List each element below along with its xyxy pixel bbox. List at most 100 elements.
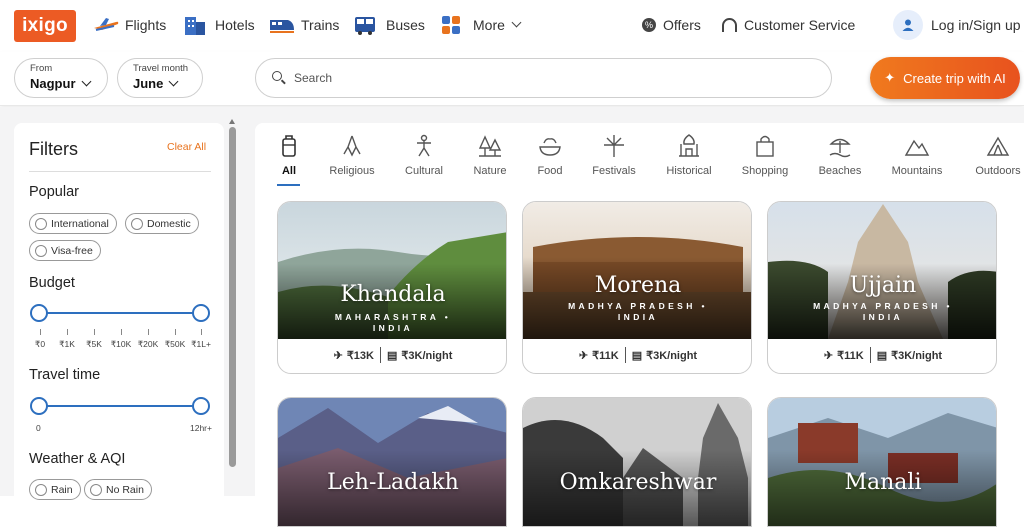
ixigo-logo[interactable]: ixigo	[14, 10, 76, 42]
destination-prices: ✈ ₹11K ▤ ₹3K/night	[523, 344, 751, 366]
nav-buses[interactable]: Buses	[353, 12, 425, 38]
luggage-icon	[282, 135, 296, 157]
category-label: Food	[537, 165, 563, 177]
budget-slider-min-handle[interactable]	[30, 304, 48, 322]
category-label: Beaches	[818, 165, 862, 177]
budget-slider-track[interactable]	[39, 312, 201, 314]
chip-rain[interactable]: Rain	[29, 479, 81, 500]
fireworks-icon	[604, 135, 624, 157]
weather-aqi-title: Weather & AQI	[29, 451, 126, 467]
nav-flights[interactable]: Flights	[92, 12, 166, 38]
hotel-icon: ▤	[631, 349, 643, 362]
destination-card-manali[interactable]: Manali	[767, 397, 997, 527]
destination-card-omkareshwar[interactable]: Omkareshwar	[522, 397, 752, 527]
filters-title: Filters	[29, 139, 78, 159]
login-label: Log in/Sign up	[931, 17, 1021, 33]
destination-card-leh-ladakh[interactable]: Leh-Ladakh	[277, 397, 507, 527]
shopping-bag-icon	[756, 135, 774, 157]
category-label: Cultural	[405, 165, 443, 177]
travel-time-slider-min-handle[interactable]	[30, 397, 48, 415]
globe-icon	[35, 217, 47, 230]
clear-all-link[interactable]: Clear All	[167, 141, 206, 153]
chip-label: International	[51, 217, 109, 230]
filters-panel: Filters Clear All Popular International …	[14, 123, 224, 500]
category-shopping[interactable]: Shopping	[725, 133, 805, 177]
nav-trains[interactable]: Trains	[268, 12, 339, 38]
category-mountains[interactable]: Mountains	[877, 133, 957, 177]
hotel-icon: ▤	[387, 349, 398, 362]
plane-icon: ✈	[333, 349, 343, 362]
search-bar-row: From Nagpur Travel month June Search ✦ C…	[0, 52, 1024, 106]
chip-no-rain[interactable]: No Rain	[84, 479, 152, 500]
destination-state: MADHYA PRADESH • INDIA	[813, 301, 953, 322]
destination-name: Omkareshwar	[559, 470, 717, 495]
category-historical[interactable]: Historical	[649, 133, 729, 177]
nav-trains-label: Trains	[301, 17, 340, 33]
filters-sidebar: Filters Clear All Popular International …	[0, 107, 255, 500]
home-icon	[131, 217, 143, 230]
customer-service-label: Customer Service	[744, 17, 856, 33]
destination-card-ujjain[interactable]: Ujjain MADHYA PRADESH • INDIA ✈ ₹11K ▤ ₹3K/…	[767, 201, 997, 374]
top-header: ixigo Flights Hotels Trains Buses More %…	[0, 0, 1024, 52]
chip-international[interactable]: International	[29, 213, 117, 234]
plane-icon: ✈	[823, 349, 834, 362]
category-label: Historical	[666, 165, 712, 177]
destination-card-khandala[interactable]: Khandala MAHARASHTRA • INDIA ✈ ₹13K ▤ ₹3K/n…	[277, 201, 507, 374]
travel-time-max: 12hr+	[190, 423, 212, 433]
trees-icon	[478, 135, 502, 157]
filters-scrollbar[interactable]	[229, 127, 236, 467]
destination-name: Morena	[594, 273, 682, 298]
scroll-up-arrow-icon[interactable]	[229, 119, 235, 124]
travel-time-slider-max-handle[interactable]	[192, 397, 210, 415]
travel-time-slider-track[interactable]	[39, 405, 201, 407]
beach-icon	[829, 138, 851, 158]
nav-hotels[interactable]: Hotels	[182, 12, 255, 38]
login-button[interactable]: Log in/Sign up	[893, 10, 1021, 40]
search-input[interactable]: Search	[255, 58, 832, 98]
hotel-price: ₹3K/night	[401, 349, 453, 362]
active-category-underline	[277, 184, 300, 186]
grid-icon	[440, 14, 466, 36]
nav-more[interactable]: More	[440, 12, 522, 38]
destination-image	[523, 398, 751, 526]
customer-service-link[interactable]: Customer Service	[722, 12, 855, 38]
popular-title: Popular	[29, 184, 79, 200]
create-trip-ai-button[interactable]: ✦ Create trip with AI	[870, 57, 1020, 99]
flight-price: ₹11K	[837, 349, 864, 362]
food-icon	[539, 138, 561, 156]
budget-tick: ₹20K	[135, 329, 161, 350]
dancer-icon	[417, 134, 431, 157]
budget-tick: ₹50K	[162, 329, 188, 350]
nav-buses-label: Buses	[386, 17, 425, 33]
chevron-down-icon	[168, 76, 179, 86]
destination-card-morena[interactable]: Morena MADHYA PRADESH • INDIA ✈ ₹11K ▤ ₹3K/…	[522, 201, 752, 374]
category-beaches[interactable]: Beaches	[800, 133, 880, 177]
hotel-icon	[182, 14, 208, 36]
budget-tick: ₹0	[32, 329, 48, 350]
sun-icon	[90, 483, 102, 496]
destination-name: Leh-Ladakh	[327, 470, 459, 495]
budget-tick: ₹5K	[84, 329, 104, 350]
chip-visa-free[interactable]: Visa-free	[29, 240, 101, 261]
category-label: Outdoors	[975, 165, 1021, 177]
travel-month-selector[interactable]: Travel month June	[117, 58, 203, 98]
category-label: Religious	[329, 165, 375, 177]
praying-hands-icon	[343, 135, 361, 157]
chip-domestic[interactable]: Domestic	[125, 213, 199, 234]
category-festivals[interactable]: Festivals	[574, 133, 654, 177]
travel-month-value: June	[133, 76, 164, 91]
user-avatar-icon	[893, 10, 923, 40]
destinations-panel: All Religious Cultural Nature Food Festi…	[255, 123, 1024, 527]
from-selector[interactable]: From Nagpur	[14, 58, 108, 98]
category-outdoors[interactable]: Outdoors	[958, 133, 1024, 177]
budget-slider-max-handle[interactable]	[192, 304, 210, 322]
budget-tick: ₹10K	[109, 329, 133, 350]
category-label: Shopping	[741, 165, 789, 177]
from-value: Nagpur	[30, 76, 76, 91]
chip-label: Visa-free	[51, 244, 93, 257]
magic-wand-icon: ✦	[884, 70, 896, 85]
category-religious[interactable]: Religious	[312, 133, 392, 177]
hotel-price: ₹3K/night	[891, 349, 943, 362]
offers-link[interactable]: % Offers	[642, 12, 701, 38]
offers-label: Offers	[663, 17, 701, 33]
